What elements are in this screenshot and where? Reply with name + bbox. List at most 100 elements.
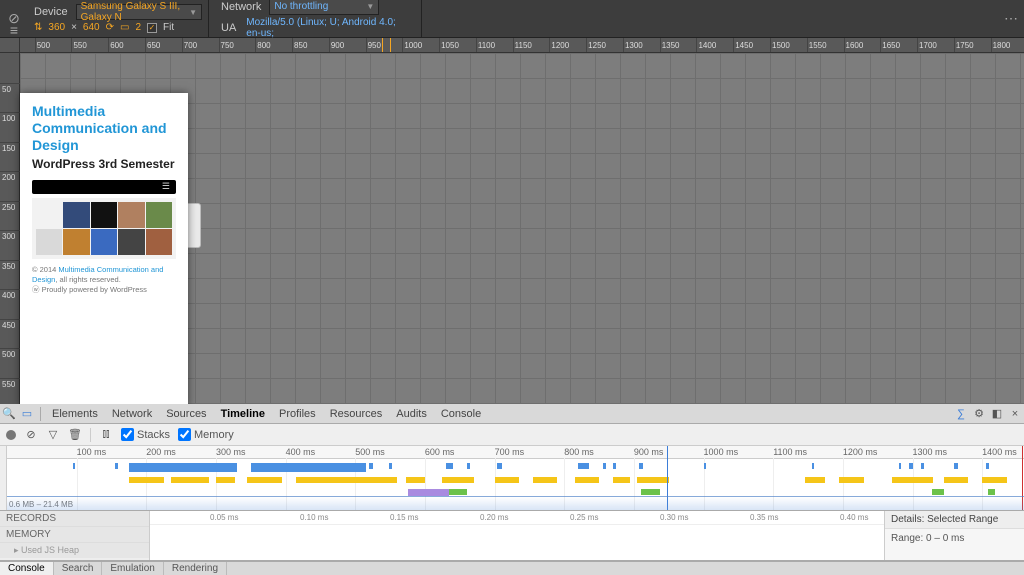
timeline-bar[interactable] — [578, 463, 588, 469]
timeline-bar[interactable] — [296, 477, 397, 483]
timeline-bar[interactable] — [247, 477, 282, 483]
timeline-bar[interactable] — [389, 463, 392, 469]
flame-icon[interactable]: ⫾⫾ — [99, 428, 113, 441]
timeline-bar[interactable] — [369, 463, 372, 469]
timeline-bar[interactable] — [129, 477, 164, 483]
timeline-bar[interactable] — [533, 477, 557, 483]
timeline-bar[interactable] — [216, 477, 235, 483]
tab-elements[interactable]: Elements — [45, 405, 105, 423]
tab-timeline[interactable]: Timeline — [214, 405, 272, 423]
timeline-bar[interactable] — [892, 477, 934, 483]
drawer-toggle-icon[interactable]: ∑ — [952, 408, 970, 420]
drawer-tab-rendering[interactable]: Rendering — [164, 562, 227, 575]
timeline-bar[interactable] — [944, 477, 968, 483]
timeline-bar[interactable] — [406, 477, 425, 483]
drawer-tab-search[interactable]: Search — [54, 562, 103, 575]
dock-icon[interactable]: ◧ — [988, 407, 1006, 420]
records-body[interactable]: 0.05 ms0.10 ms0.15 ms0.20 ms0.25 ms0.30 … — [150, 511, 884, 560]
ruler-marker — [390, 38, 391, 53]
axis-tick: 400 ms — [286, 447, 316, 457]
timeline-bar[interactable] — [932, 489, 944, 495]
details-pane: Details: Selected Range Range: 0 – 0 ms — [884, 511, 1024, 560]
timeline-bar[interactable] — [982, 477, 1006, 483]
network-select[interactable]: No throttling ▼ — [269, 0, 379, 15]
more-icon[interactable]: ⋯ — [998, 0, 1024, 37]
nav-hamburger[interactable] — [32, 180, 176, 194]
timeline-bar[interactable] — [251, 463, 366, 472]
timeline-bar[interactable] — [467, 463, 470, 469]
viewport-width[interactable]: 360 — [48, 22, 65, 33]
timeline-bar[interactable] — [637, 477, 668, 483]
fit-checkbox[interactable]: ✓ — [147, 23, 157, 33]
ruler-vertical: 50100150200250300350400450500550600 — [0, 53, 20, 404]
timeline-bar[interactable] — [641, 489, 661, 495]
stacks-checkbox[interactable]: Stacks — [121, 428, 170, 441]
ua-value[interactable]: Mozilla/5.0 (Linux; U; Android 4.0; en-u… — [246, 17, 409, 39]
tab-resources[interactable]: Resources — [323, 405, 390, 423]
device-frame[interactable]: Multimedia Communication and Design Word… — [20, 93, 188, 404]
copy-icon[interactable]: ▭ — [120, 22, 129, 33]
filter-icon[interactable]: ▽ — [46, 428, 60, 441]
page-title[interactable]: Multimedia Communication and Design — [32, 103, 176, 153]
timeline-bar[interactable] — [839, 477, 863, 483]
gc-icon[interactable]: 🗑 — [68, 428, 82, 441]
tab-audits[interactable]: Audits — [389, 405, 434, 423]
timeline-bar[interactable] — [909, 463, 912, 469]
timeline-bar[interactable] — [639, 463, 643, 469]
timeline-bar[interactable] — [497, 463, 501, 469]
timeline-bar[interactable] — [129, 463, 237, 472]
ruler-marker — [382, 38, 383, 53]
timeline-bar[interactable] — [986, 463, 989, 469]
memory-checkbox[interactable]: Memory — [178, 428, 234, 441]
axis-tick: 1200 ms — [843, 447, 878, 457]
memory-label: Memory — [194, 429, 234, 441]
timeline-bar[interactable] — [805, 477, 826, 483]
search-icon[interactable]: 🔍 — [0, 407, 18, 420]
timeline-bar[interactable] — [171, 477, 209, 483]
reload-icon[interactable]: ⟳ — [106, 22, 114, 33]
image-grid[interactable] — [32, 198, 176, 259]
tab-network[interactable]: Network — [105, 405, 159, 423]
drawer-tab-console[interactable]: Console — [0, 562, 54, 575]
timeline-bar[interactable] — [442, 477, 473, 483]
align-icon[interactable]: ≡ — [0, 22, 28, 38]
tab-profiles[interactable]: Profiles — [272, 405, 323, 423]
dpr-value[interactable]: 2 — [135, 22, 141, 33]
axis-tick: 1100 ms — [773, 447, 807, 457]
timeline-bar[interactable] — [812, 463, 814, 469]
clear-icon[interactable]: ⊘ — [24, 428, 38, 441]
timeline-bar[interactable] — [704, 463, 706, 469]
timeline-bar[interactable] — [115, 463, 118, 469]
close-icon[interactable]: × — [1006, 408, 1024, 420]
drawer-tab-emulation[interactable]: Emulation — [102, 562, 163, 575]
device-select[interactable]: Samsung Galaxy S III, Galaxy N ▼ — [76, 4, 202, 20]
timeline-bar[interactable] — [954, 463, 957, 469]
axis-tick: 0.05 ms — [210, 513, 238, 522]
timeline-bar[interactable] — [446, 463, 453, 469]
ruler-corner — [0, 38, 20, 53]
timeline-bar[interactable] — [495, 477, 519, 483]
timeline-bar[interactable] — [988, 489, 995, 495]
timeline-bar[interactable] — [603, 463, 606, 469]
timeline-bar[interactable] — [899, 463, 901, 469]
copyright-pre: © 2014 — [32, 265, 58, 274]
devtools-tabbar: 🔍 ▭ ElementsNetworkSourcesTimelineProfil… — [0, 404, 1024, 424]
timeline-bar[interactable] — [613, 477, 630, 483]
timeline-bar[interactable] — [408, 489, 450, 496]
copyright-post: , all rights reserved. — [55, 275, 120, 284]
gear-icon[interactable]: ⚙ — [970, 407, 988, 420]
tab-console[interactable]: Console — [434, 405, 488, 423]
timeline-overview[interactable]: 100 ms200 ms300 ms400 ms500 ms600 ms700 … — [0, 446, 1024, 511]
timeline-bar[interactable] — [575, 477, 599, 483]
record-button[interactable] — [6, 430, 16, 440]
viewport-height[interactable]: 640 — [83, 22, 100, 33]
tab-sources[interactable]: Sources — [159, 405, 213, 423]
timeline-bar[interactable] — [449, 489, 466, 495]
ua-label: UA — [221, 22, 236, 34]
swap-icon[interactable]: ⇅ — [34, 22, 42, 33]
timeline-bar[interactable] — [613, 463, 616, 469]
device-mode-icon[interactable]: ▭ — [18, 407, 36, 420]
timeline-bar[interactable] — [921, 463, 924, 469]
timeline-bar[interactable] — [73, 463, 75, 469]
times-label: × — [71, 22, 77, 33]
